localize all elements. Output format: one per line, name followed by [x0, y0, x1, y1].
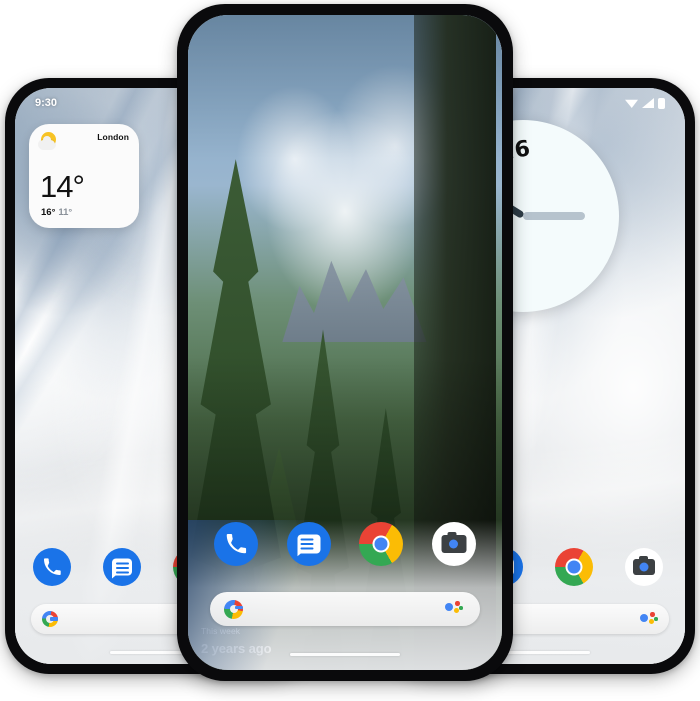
photo-image	[188, 15, 502, 670]
messages-app[interactable]	[286, 522, 331, 566]
phone-app[interactable]	[33, 548, 71, 586]
clock-minute-hand	[523, 212, 585, 220]
assistant-dots-icon[interactable]	[640, 612, 658, 626]
weather-widget-header: London	[39, 132, 129, 152]
phone-center-screen: 9:30 Grocery list Milk Eggs	[188, 15, 502, 670]
photo-memories-widget[interactable]: This week 2 years ago	[188, 15, 502, 670]
chrome-app[interactable]	[555, 548, 593, 586]
dock-center	[214, 522, 476, 566]
phone-icon	[44, 558, 61, 575]
assistant-dots-icon[interactable]	[445, 601, 466, 617]
google-search-bar-center[interactable]	[210, 592, 480, 626]
phone-icon	[226, 534, 247, 554]
messages-icon	[297, 534, 321, 554]
status-icons	[625, 97, 665, 109]
messages-icon	[112, 558, 132, 576]
weather-low: 11°	[58, 207, 73, 218]
signal-icon	[642, 98, 654, 108]
weather-temperature: 14°	[40, 169, 85, 204]
weather-high-low: 16° 11°	[41, 207, 72, 218]
camera-icon	[441, 532, 467, 553]
gesture-bar-center[interactable]	[290, 652, 400, 656]
google-g-icon	[42, 611, 58, 627]
wifi-icon	[625, 99, 638, 108]
google-g-icon	[224, 599, 243, 619]
chrome-app[interactable]	[359, 522, 404, 566]
camera-app[interactable]	[431, 522, 476, 566]
weather-city: London	[97, 132, 129, 142]
messages-app[interactable]	[103, 548, 141, 586]
phone-center: 9:30 Grocery list Milk Eggs	[177, 4, 513, 681]
weather-widget[interactable]: London 14° 16° 11°	[29, 124, 139, 228]
sun-behind-cloud-icon	[39, 132, 61, 152]
status-time: 9:30	[35, 97, 58, 109]
scene-root: 9:30 London 14° 16° 11° 16 This week 2 y…	[0, 0, 700, 701]
weather-high: 16°	[41, 207, 56, 218]
camera-app[interactable]	[625, 548, 663, 586]
camera-icon	[633, 556, 655, 575]
phone-app[interactable]	[214, 522, 258, 566]
battery-icon	[658, 97, 665, 109]
